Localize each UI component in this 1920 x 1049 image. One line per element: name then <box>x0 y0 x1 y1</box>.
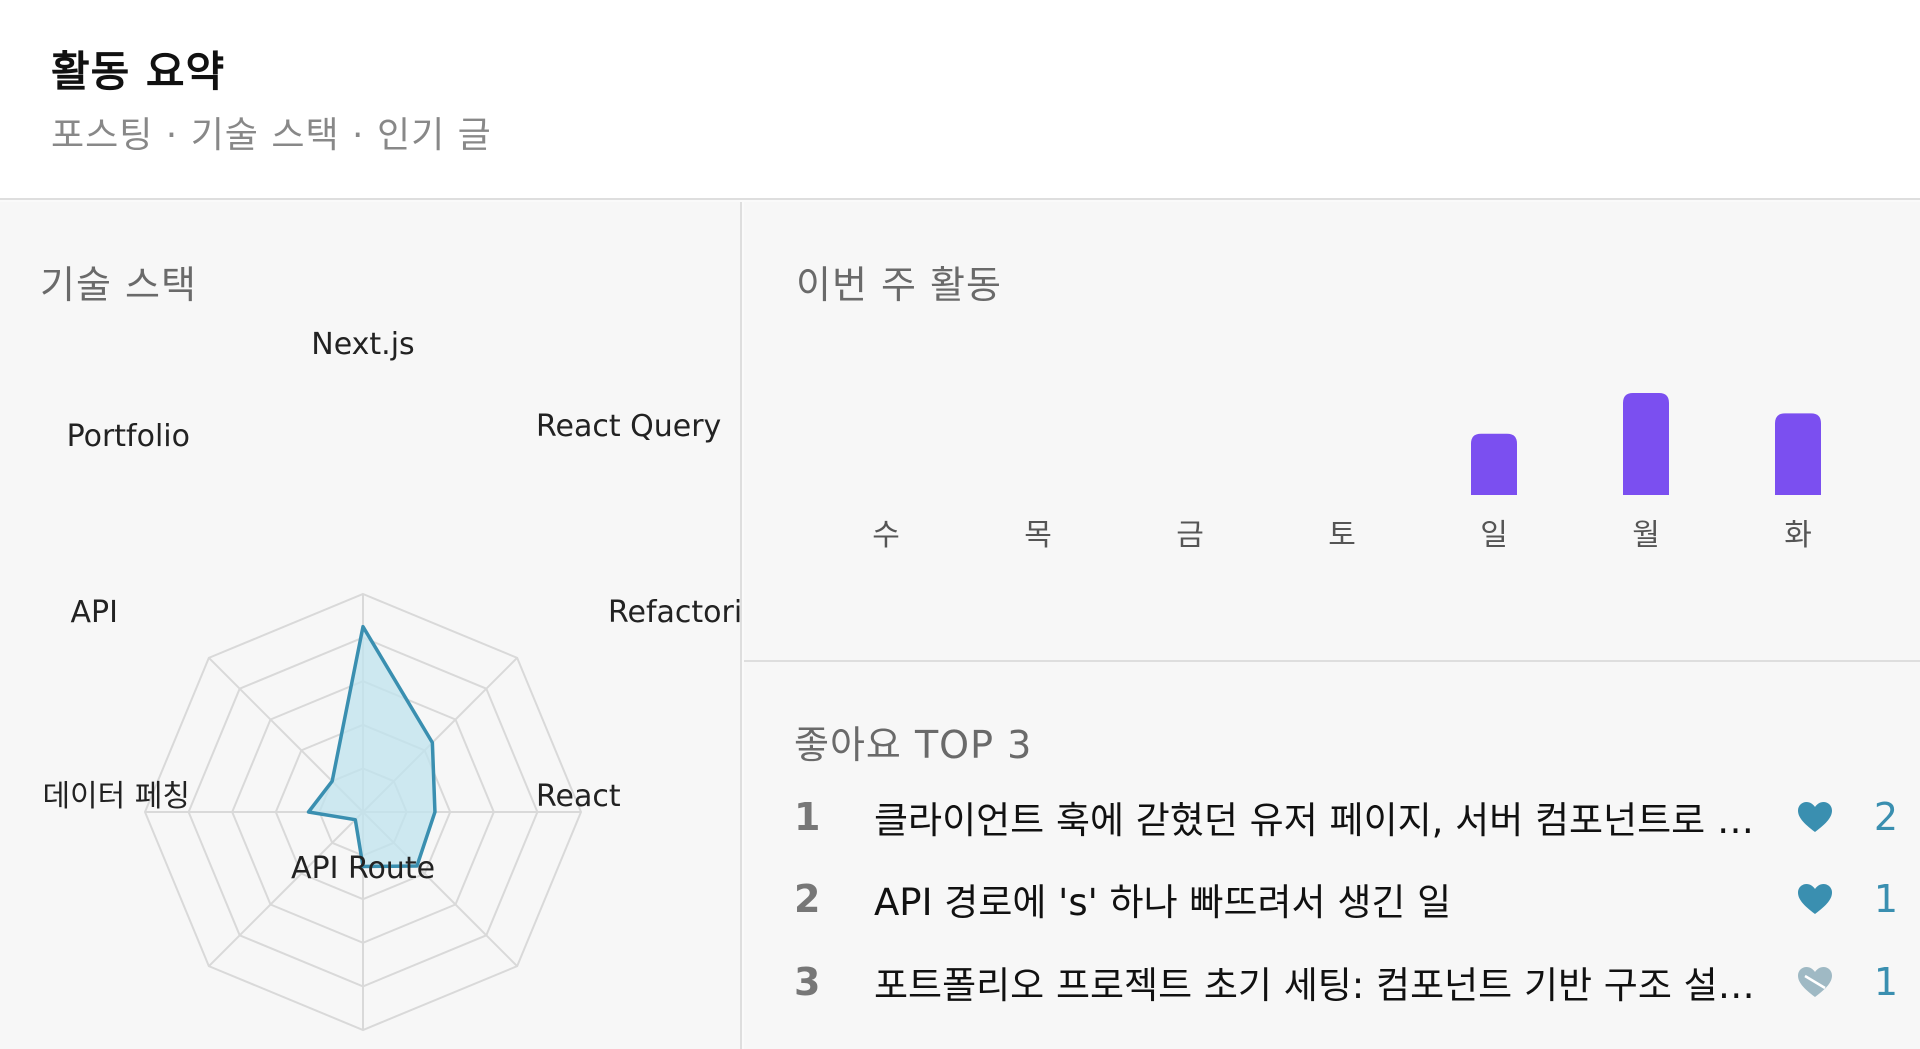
bars <box>1471 393 1821 495</box>
weekly-activity-panel: 이번 주 활동 수목금토일월화 <box>744 202 1920 662</box>
post-title-link[interactable]: 클라이언트 훅에 갇혔던 유저 페이지, 서버 컴포넌트로 구... <box>874 790 1774 844</box>
rank-number: 3 <box>794 960 821 1004</box>
top-liked-label: 좋아요 TOP 3 <box>794 723 1033 767</box>
heart-icon <box>1792 794 1838 840</box>
radar-axis-label: React <box>536 779 621 814</box>
day-label: 월 <box>1632 518 1660 553</box>
top-liked-item[interactable]: 3 포트폴리오 프로젝트 초기 세팅: 컴포넌트 기반 구조 설계기 1 <box>794 952 1904 1012</box>
top-liked-item[interactable]: 1 클라이언트 훅에 갇혔던 유저 페이지, 서버 컴포넌트로 구... 2 <box>794 787 1904 847</box>
radar-chart: Next.js React Query Refactoring React API Ro… <box>42 327 742 1032</box>
radar-axis-label: Refactoring <box>608 595 742 630</box>
radar-axis-label: 데이터 페칭 <box>42 779 190 814</box>
tech-stack-panel: 기술 스택 Next.jsReact QueryRefactoringReact… <box>0 202 742 1049</box>
day-labels: 수목금토일월화 <box>872 518 1812 553</box>
day-label: 토 <box>1328 518 1356 553</box>
day-label: 목 <box>1024 518 1052 553</box>
activity-bar <box>1775 413 1821 495</box>
page-subtitle: 포스팅 · 기술 스택 · 인기 글 <box>51 115 492 156</box>
top-liked-item[interactable]: 2 API 경로에 's' 하나 빠뜨려서 생긴 일 1 <box>794 869 1904 929</box>
like-count: 1 <box>1873 877 1898 921</box>
weekly-bar-chart: 수목금토일월화 <box>872 393 1821 553</box>
page-header: 활동 요약 포스팅 · 기술 스택 · 인기 글 <box>0 0 1920 200</box>
page-title: 활동 요약 <box>51 47 226 96</box>
rank-number: 2 <box>794 877 821 921</box>
heart-icon <box>1792 876 1838 922</box>
radar-axis-label: React Query <box>536 409 721 444</box>
day-label: 수 <box>872 518 900 553</box>
post-title-link[interactable]: 포트폴리오 프로젝트 초기 세팅: 컴포넌트 기반 구조 설계기 <box>874 955 1774 1009</box>
day-label: 금 <box>1176 518 1204 553</box>
top-liked-panel: 좋아요 TOP 3 1 클라이언트 훅에 갇혔던 유저 페이지, 서버 컴포넌트… <box>744 664 1920 1049</box>
radar-axis-label: API <box>71 595 118 630</box>
activity-bar <box>1623 393 1669 495</box>
radar-axis-label: API Route <box>291 851 435 886</box>
like-count: 2 <box>1873 795 1898 839</box>
heart-icon <box>1792 959 1838 1005</box>
post-title-link[interactable]: API 경로에 's' 하나 빠뜨려서 생긴 일 <box>874 872 1774 926</box>
day-label: 일 <box>1480 518 1508 553</box>
radar-axis-label: Portfolio <box>67 419 190 454</box>
radar-axis-label: Next.js <box>311 327 414 362</box>
day-label: 화 <box>1784 518 1812 553</box>
rank-number: 1 <box>794 795 821 839</box>
activity-bar <box>1471 433 1517 495</box>
like-count: 1 <box>1873 960 1898 1004</box>
right-panel: 이번 주 활동 수목금토일월화 좋아요 TOP 3 1 클라이언트 훅에 갇혔던… <box>744 202 1920 1049</box>
